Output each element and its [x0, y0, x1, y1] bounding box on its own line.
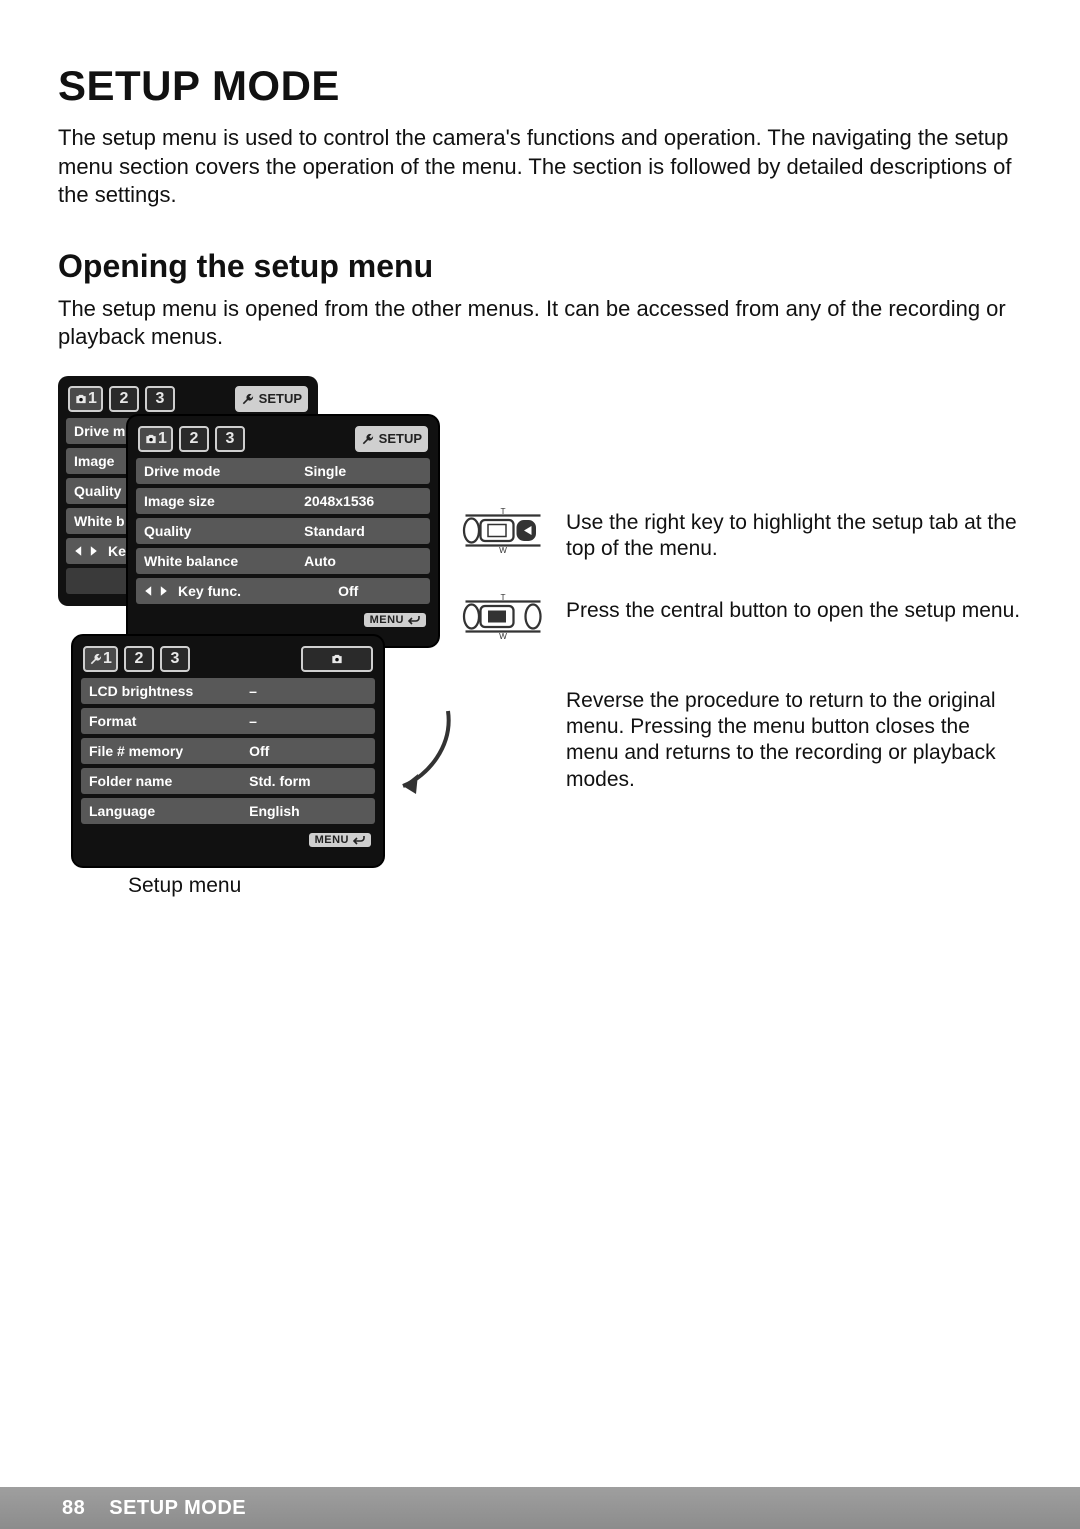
- row-label: Image size: [144, 493, 294, 509]
- tab-rec-3: 3: [215, 426, 245, 452]
- wrench-icon: [89, 652, 103, 666]
- menu-badge: MENU: [309, 833, 371, 847]
- menu-row: Key func. Off: [136, 578, 430, 604]
- row-value: 2048x1536: [304, 493, 422, 509]
- row-value: Auto: [304, 553, 422, 569]
- menu-row: Format–: [81, 708, 375, 734]
- tab-setup: SETUP: [355, 426, 428, 452]
- tab-rec-1: 1: [138, 426, 173, 452]
- left-right-arrows-icon: [144, 585, 168, 597]
- row-label: Folder name: [89, 773, 239, 789]
- camera-icon: [330, 652, 344, 666]
- svg-text:W: W: [499, 632, 507, 639]
- tab-setup: SETUP: [235, 386, 308, 412]
- menu-label: MENU: [315, 834, 349, 846]
- intro-paragraph: The setup menu is used to control the ca…: [58, 124, 1022, 210]
- menu-row: LCD brightness–: [81, 678, 375, 704]
- row-value: Off: [338, 583, 422, 599]
- tab-setup-3: 3: [160, 646, 190, 672]
- setup-menu: 1 2 3 LCD brightness– Format– File # mem…: [73, 636, 383, 866]
- page-footer: 88 SETUP MODE: [0, 1487, 1080, 1529]
- menu-row: Quality Standard: [136, 518, 430, 544]
- wrench-icon: [361, 432, 375, 446]
- row-value: Standard: [304, 523, 422, 539]
- page-number: 88: [62, 1497, 85, 1520]
- tab-label: SETUP: [259, 391, 302, 406]
- row-value: Single: [304, 463, 422, 479]
- return-icon: [353, 835, 365, 845]
- tab-recording: [301, 646, 373, 672]
- section-intro: The setup menu is opened from the other …: [58, 295, 1022, 352]
- svg-text:W: W: [499, 546, 507, 553]
- left-right-arrows-icon: [74, 545, 98, 557]
- instruction-step-1: Use the right key to highlight the setup…: [566, 510, 1022, 563]
- figure-caption: Setup menu: [128, 874, 241, 898]
- menu-row: White balance Auto: [136, 548, 430, 574]
- menu-row: Language English: [81, 798, 375, 824]
- controller-center-button-icon: T W: [458, 594, 548, 644]
- row-value: English: [249, 803, 367, 819]
- row-value: –: [249, 683, 367, 699]
- curved-arrow-icon: [388, 706, 458, 806]
- tab-label: 1: [158, 430, 167, 448]
- camera-icon: [74, 392, 88, 406]
- instruction-step-3: Reverse the procedure to return to the o…: [566, 688, 1022, 793]
- row-label: Language: [89, 803, 239, 819]
- wrench-icon: [241, 392, 255, 406]
- row-value: Off: [249, 743, 367, 759]
- row-value: Std. form: [249, 773, 367, 789]
- section-heading: Opening the setup menu: [58, 248, 1022, 285]
- recording-menu-front: 1 2 3 SETUP Drive mode Single Image size 2…: [128, 416, 438, 646]
- tab-rec-1: 1: [68, 386, 103, 412]
- row-label: Format: [89, 713, 239, 729]
- menu-row: Folder name Std. form: [81, 768, 375, 794]
- tab-rec-2: 2: [179, 426, 209, 452]
- row-value: –: [249, 713, 367, 729]
- controller-right-key-icon: T W: [458, 508, 548, 558]
- page-title: SETUP MODE: [58, 62, 1022, 110]
- instruction-step-2: Press the central button to open the set…: [566, 598, 1020, 624]
- tab-label: 1: [103, 650, 112, 668]
- menu-row: Image size 2048x1536: [136, 488, 430, 514]
- tab-rec-2: 2: [109, 386, 139, 412]
- tab-setup-1: 1: [83, 646, 118, 672]
- row-label: White balance: [144, 553, 294, 569]
- tab-label: SETUP: [379, 431, 422, 446]
- footer-title: SETUP MODE: [109, 1497, 246, 1520]
- return-icon: [408, 615, 420, 625]
- tab-setup-2: 2: [124, 646, 154, 672]
- row-label: LCD brightness: [89, 683, 239, 699]
- svg-text:T: T: [500, 594, 505, 602]
- row-label: Quality: [144, 523, 294, 539]
- figure-area: 1 2 3 SETUP Drive m Image Quality White …: [58, 376, 1022, 896]
- tab-label: 1: [88, 390, 97, 408]
- menu-row: Drive mode Single: [136, 458, 430, 484]
- row-label: File # memory: [89, 743, 239, 759]
- svg-text:T: T: [500, 508, 505, 516]
- row-label: Key func.: [178, 583, 328, 599]
- menu-badge: MENU: [364, 613, 426, 627]
- tab-rec-3: 3: [145, 386, 175, 412]
- menu-row: File # memory Off: [81, 738, 375, 764]
- menu-label: MENU: [370, 614, 404, 626]
- row-label: Drive mode: [144, 463, 294, 479]
- camera-icon: [144, 432, 158, 446]
